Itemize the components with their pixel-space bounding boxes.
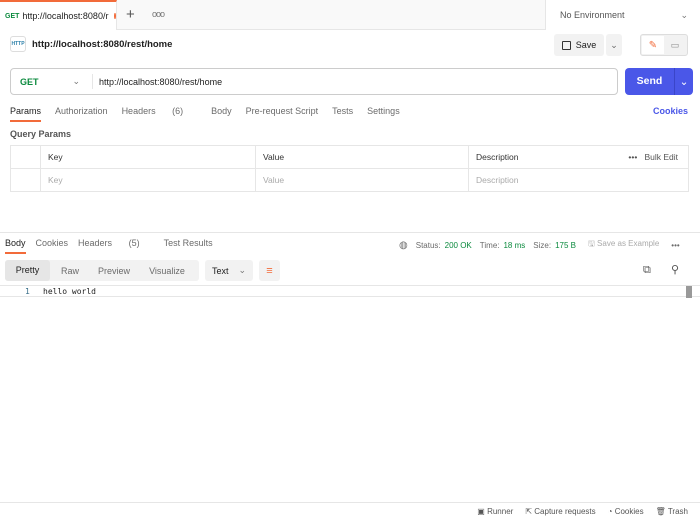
tab-tests[interactable]: Tests [332,106,353,116]
bulk-edit-button[interactable]: ••• Bulk Edit [617,145,689,169]
line-number: 1 [25,287,30,296]
url-bar: GET ⌄ http://localhost:8080/rest/home [10,68,618,95]
wrap-lines-icon[interactable]: ≡ [259,260,280,281]
save-icon [561,40,571,50]
tab-settings[interactable]: Settings [367,106,400,116]
tab-authorization[interactable]: Authorization [55,106,108,116]
key-input[interactable]: Key [40,168,256,192]
table-header-row: Key Value Description ••• Bulk Edit [10,145,689,169]
headers-count: (6) [172,106,184,116]
time-label: Time: [479,240,500,250]
pencil-icon[interactable]: ✎ [642,36,664,54]
chevron-down-icon[interactable]: ⌄ [675,76,693,88]
column-key: Key [40,145,256,169]
format-label: Text [211,265,229,276]
time-value[interactable]: 18 ms [503,241,525,250]
save-dropdown-button[interactable]: ⌄ [606,34,622,56]
tab-response-cookies[interactable]: Cookies [36,238,69,248]
send-button[interactable]: Send ⌄ [625,68,693,95]
tab-headers[interactable]: Headers (6) [122,106,198,116]
params-table: Key Value Description ••• Bulk Edit Key … [10,145,689,192]
capture-requests-button[interactable]: ⇱ Capture requests [525,507,595,516]
table-row: Key Value Description [10,168,689,192]
ellipsis-icon[interactable]: ••• [671,241,679,250]
cookies-link[interactable]: Cookies [653,106,688,116]
chevron-down-icon: ⌄ [238,265,247,275]
view-visualize[interactable]: Visualize [138,266,196,276]
value-input[interactable]: Value [255,168,469,192]
capture-label: Capture requests [534,506,596,516]
save-example-button[interactable]: 🖫 Save as Example [588,238,659,252]
bulk-edit-label: Bulk Edit [644,152,678,162]
unsaved-dot-icon [114,13,116,19]
view-raw[interactable]: Raw [50,266,90,276]
size-label: Size: [533,240,552,250]
checkbox-column [10,145,41,169]
environment-label: No Environment [560,10,625,20]
comment-icon[interactable]: ▭ [664,36,686,54]
http-icon: HTTP [10,36,26,52]
chevron-down-icon: ⌄ [680,9,688,20]
runner-label: Runner [487,506,514,516]
search-icon[interactable]: ⚲ [671,263,679,276]
tab-pre-request-script[interactable]: Pre-request Script [246,106,319,116]
tab-label: Headers [121,106,156,116]
tab-title: http://localhost:8080/r [22,11,109,21]
view-pretty[interactable]: Pretty [5,260,50,281]
tab-test-results[interactable]: Test Results [164,238,213,248]
tab-body[interactable]: Body [211,106,232,116]
cookies-button[interactable]: ◔ Cookies [608,507,644,516]
view-preview[interactable]: Preview [90,266,138,276]
url-input[interactable]: http://localhost:8080/rest/home [93,77,222,87]
plus-icon[interactable]: + [126,6,135,23]
headers-count: (5) [128,238,140,248]
send-label: Send [625,68,675,95]
column-description: Description [468,145,618,169]
tab-params[interactable]: Params [10,106,42,122]
format-select[interactable]: Text ⌄ [205,260,253,281]
copy-icon[interactable]: ⧉ [643,264,651,277]
chevron-down-icon: ⌄ [72,76,80,86]
ellipsis-icon[interactable]: ooo [152,9,165,19]
pane-divider[interactable] [0,232,700,233]
request-tabs: Params Authorization Headers (6) Body Pr… [10,106,414,122]
size-value[interactable]: 175 B [555,241,576,250]
column-value: Value [255,145,469,169]
method-label: GET [20,76,39,87]
view-toggle: ✎ ▭ [640,34,688,56]
request-tab[interactable]: GET http://localhost:8080/r [0,0,117,30]
code-editor[interactable]: 1 hello world [0,285,700,297]
response-body-text: hello world [43,287,96,296]
environment-select[interactable]: No Environment ⌄ [545,0,700,30]
tab-method: GET [5,12,20,20]
method-select[interactable]: GET ⌄ [11,74,93,89]
description-input[interactable]: Description [468,168,689,192]
ellipsis-icon: ••• [628,152,640,162]
response-tabs: Body Cookies Headers (5) Test Results [5,238,227,254]
tab-response-body[interactable]: Body [5,238,26,254]
response-meta: ◍ Status: 200 OK Time: 18 ms Size: 175 B 🖫 … [399,238,680,252]
tab-bar: GET http://localhost:8080/r + ooo No Env… [0,0,700,30]
request-name[interactable]: http://localhost:8080/rest/home [32,39,172,50]
save-example-label: Save as Example [597,239,660,248]
runner-button[interactable]: ▣ Runner [477,507,513,516]
cookies-label: Cookies [614,506,644,516]
status-bar: ▣ Runner ⇱ Capture requests ◔ Cookies 🗑 … [0,502,700,519]
trash-button[interactable]: 🗑 Trash [656,507,688,516]
tab-response-headers[interactable]: Headers (5) [78,238,154,248]
request-title: HTTP http://localhost:8080/rest/home [10,36,172,52]
status-label: Status: [415,240,441,250]
globe-icon[interactable]: ◍ [399,240,408,251]
row-checkbox [10,168,41,192]
query-params-heading: Query Params [10,129,72,139]
status-value[interactable]: 200 OK [445,241,472,250]
save-button[interactable]: Save [554,34,604,56]
scrollbar[interactable] [686,286,692,298]
trash-label: Trash [667,506,688,516]
tab-label: Headers [78,238,113,248]
view-mode-group: Pretty Raw Preview Visualize [5,260,199,281]
